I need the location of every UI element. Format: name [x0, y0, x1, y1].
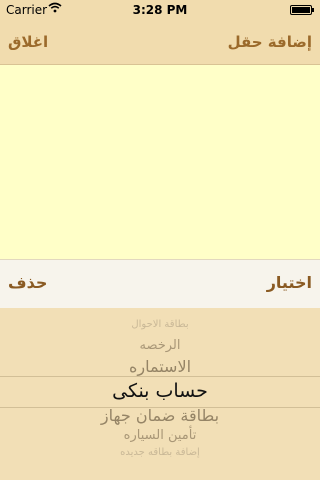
- picker-item[interactable]: الاستماره: [0, 357, 320, 376]
- clock: 3:28 PM: [132, 3, 188, 17]
- close-button[interactable]: اغلاق: [8, 33, 48, 51]
- picker-item[interactable]: بطاقة الاحوال: [0, 319, 320, 330]
- add-field-button[interactable]: إضافة حقل: [228, 33, 312, 51]
- delete-button[interactable]: حذف: [8, 273, 47, 292]
- picker-item[interactable]: الرخصه: [0, 338, 320, 353]
- picker-item[interactable]: إضافة بطاقه جديده: [0, 447, 320, 458]
- navigation-bar: اغلاق إضافة حقل: [0, 20, 320, 65]
- picker-item[interactable]: بطاقة ضمان جهاز: [0, 406, 320, 425]
- battery-icon: [290, 5, 314, 15]
- picker-item[interactable]: تأمين السياره: [0, 428, 320, 443]
- status-bar: Carrier 3:28 PM: [0, 0, 320, 20]
- picker-item-selected[interactable]: حساب بنكى: [0, 380, 320, 402]
- notes-text-area[interactable]: [0, 65, 320, 259]
- select-button[interactable]: اختيار: [267, 273, 312, 292]
- picker-toolbar: حذف اختيار: [0, 259, 320, 308]
- field-picker[interactable]: بطاقة الاحوال الرخصه الاستماره حساب بنكى…: [0, 308, 320, 480]
